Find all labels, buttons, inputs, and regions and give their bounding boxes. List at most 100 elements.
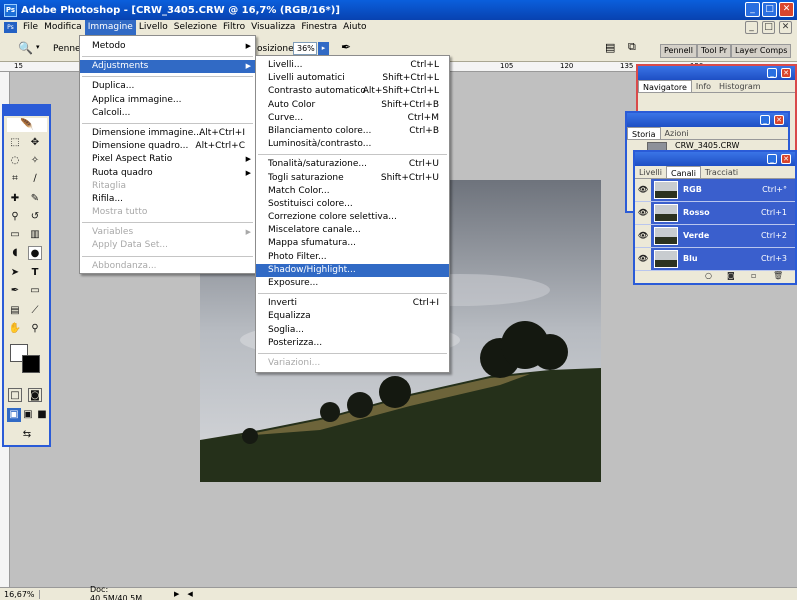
- slice-tool-icon[interactable]: ∕: [28, 172, 42, 186]
- menu-item-calcoli[interactable]: Calcoli...: [80, 107, 255, 120]
- tab-azioni[interactable]: Azioni: [661, 127, 693, 139]
- tab-navigatore[interactable]: Navigatore: [638, 80, 692, 92]
- menu-item-exposure[interactable]: Exposure...: [256, 277, 449, 290]
- blur-tool-icon[interactable]: ◖: [8, 246, 22, 260]
- close-icon[interactable]: ✕: [774, 115, 784, 125]
- pen-icon[interactable]: ✒: [341, 40, 351, 54]
- menu-item-pixel-aspect-ratio[interactable]: Pixel Aspect Ratio ▶: [80, 153, 255, 166]
- menu-visualizza[interactable]: Visualizza: [248, 20, 298, 35]
- menu-item-curve[interactable]: Curve... Ctrl+M: [256, 112, 449, 125]
- menu-immagine[interactable]: Immagine: [84, 20, 136, 35]
- crop-tool-icon[interactable]: ⌗: [8, 172, 22, 186]
- doc-minimize-icon[interactable]: _: [745, 21, 758, 34]
- tab-tool-presets[interactable]: Tool Pr: [696, 44, 732, 58]
- minimize-icon[interactable]: _: [767, 68, 777, 78]
- tab-livelli[interactable]: Livelli: [635, 166, 666, 178]
- menu-livello[interactable]: Livello: [136, 20, 171, 35]
- zoom-tool-icon[interactable]: ⚲: [28, 322, 42, 336]
- type-tool-icon[interactable]: T: [28, 266, 42, 280]
- document-icon[interactable]: Ps: [4, 22, 17, 33]
- lasso-tool-icon[interactable]: ◌: [8, 154, 22, 168]
- menu-item-livelli-automatici[interactable]: Livelli automatici Shift+Ctrl+L: [256, 72, 449, 85]
- menu-item-dimensione-quadro[interactable]: Dimensione quadro... Alt+Ctrl+C: [80, 140, 255, 153]
- jump-to-imageready-icon[interactable]: ⇆: [12, 428, 42, 442]
- menu-item-metodo[interactable]: Metodo ▶: [80, 40, 255, 53]
- maximize-icon[interactable]: □: [762, 2, 777, 17]
- toolbox-header[interactable]: [4, 106, 49, 116]
- healing-brush-tool-icon[interactable]: ✚: [8, 192, 22, 206]
- eye-icon[interactable]: 👁: [635, 202, 651, 224]
- shape-tool-icon[interactable]: ▭: [28, 284, 42, 298]
- notes-tool-icon[interactable]: ▤: [8, 304, 22, 318]
- history-panel-header[interactable]: _ ✕: [627, 113, 788, 127]
- menu-file[interactable]: File: [20, 20, 41, 35]
- menu-item-correzione-colore-selettiva[interactable]: Correzione colore selettiva...: [256, 211, 449, 224]
- menu-filtro[interactable]: Filtro: [220, 20, 248, 35]
- feather-icon[interactable]: 🪶: [7, 118, 47, 132]
- move-tool-icon[interactable]: ✥: [28, 136, 42, 150]
- menu-item-photo-filter[interactable]: Photo Filter...: [256, 251, 449, 264]
- background-color-swatch[interactable]: [22, 355, 40, 373]
- menu-item-rifila[interactable]: Rifila...: [80, 193, 255, 206]
- menu-aiuto[interactable]: Aiuto: [340, 20, 369, 35]
- eye-icon[interactable]: 👁: [635, 179, 651, 201]
- gradient-tool-icon[interactable]: ▥: [28, 228, 42, 242]
- screen-mode-menu-icon[interactable]: ▣: [21, 408, 35, 422]
- minimize-icon[interactable]: _: [760, 115, 770, 125]
- eraser-tool-icon[interactable]: ▭: [8, 228, 22, 242]
- menu-item-mappa-sfumatura[interactable]: Mappa sfumatura...: [256, 237, 449, 250]
- eye-icon[interactable]: 👁: [635, 248, 651, 270]
- brush-tool-icon[interactable]: ✎: [28, 192, 42, 206]
- menu-item-miscelatore-canale[interactable]: Miscelatore canale...: [256, 224, 449, 237]
- channel-row-verde[interactable]: 👁 Verde Ctrl+2: [635, 225, 795, 248]
- channel-row-rosso[interactable]: 👁 Rosso Ctrl+1: [635, 202, 795, 225]
- status-menu-arrow-icon[interactable]: ▶: [174, 590, 179, 598]
- close-icon[interactable]: ✕: [781, 154, 791, 164]
- channel-row-rgb[interactable]: 👁 RGB Ctrl+°: [635, 179, 795, 202]
- menu-modifica[interactable]: Modifica: [41, 20, 85, 35]
- menu-item-tonalita-saturazione[interactable]: Tonalità/saturazione... Ctrl+U: [256, 158, 449, 171]
- screen-mode-full-icon[interactable]: ■: [35, 408, 49, 422]
- standard-mode-icon[interactable]: □: [8, 388, 22, 402]
- menu-finestra[interactable]: Finestra: [298, 20, 340, 35]
- delete-channel-icon[interactable]: 🗑: [773, 271, 783, 280]
- menu-selezione[interactable]: Selezione: [171, 20, 220, 35]
- tab-histogram[interactable]: Histogram: [715, 80, 765, 92]
- pen-tool-icon[interactable]: ✒: [8, 284, 22, 298]
- screen-mode-standard-icon[interactable]: ▣: [7, 408, 21, 422]
- menu-item-match-color[interactable]: Match Color...: [256, 185, 449, 198]
- palette-icon[interactable]: ▤: [605, 41, 615, 54]
- path-selection-tool-icon[interactable]: ➤: [8, 266, 22, 280]
- load-selection-icon[interactable]: ○: [705, 271, 712, 280]
- close-icon[interactable]: ✕: [779, 2, 794, 17]
- menu-item-equalizza[interactable]: Equalizza: [256, 310, 449, 323]
- menu-item-adjustments[interactable]: Adjustments ▶: [80, 60, 255, 74]
- menu-item-dimensione-immagine[interactable]: Dimensione immagine... Alt+Ctrl+I: [80, 127, 255, 140]
- browser-icon[interactable]: ⧉: [628, 40, 636, 54]
- menu-item-duplica[interactable]: Duplica...: [80, 80, 255, 93]
- scroll-left-icon[interactable]: ◀: [187, 590, 192, 598]
- dodge-tool-icon[interactable]: ●: [28, 246, 42, 260]
- tab-canali[interactable]: Canali: [666, 166, 701, 178]
- menu-item-posterizza[interactable]: Posterizza...: [256, 337, 449, 350]
- marquee-tool-icon[interactable]: ⬚: [8, 136, 22, 150]
- menu-item-bilanciamento-colore[interactable]: Bilanciamento colore... Ctrl+B: [256, 125, 449, 138]
- tab-info[interactable]: Info: [692, 80, 715, 92]
- menu-item-shadow-highlight[interactable]: Shadow/Highlight...: [256, 263, 449, 277]
- minimize-icon[interactable]: _: [745, 2, 760, 17]
- minimize-icon[interactable]: _: [767, 154, 777, 164]
- zoom-input[interactable]: 36%: [293, 42, 317, 55]
- magic-wand-tool-icon[interactable]: ✧: [28, 154, 42, 168]
- zoom-tool-icon[interactable]: 🔍: [18, 41, 33, 55]
- navigator-panel-header[interactable]: _ ✕: [638, 66, 795, 80]
- close-icon[interactable]: ✕: [781, 68, 791, 78]
- status-zoom[interactable]: 16,67%: [0, 589, 40, 599]
- menu-item-sostituisci-colore[interactable]: Sostituisci colore...: [256, 198, 449, 211]
- hand-tool-icon[interactable]: ✋: [8, 322, 22, 336]
- tab-pennelli[interactable]: Pennell: [660, 44, 697, 58]
- doc-restore-icon[interactable]: □: [762, 21, 775, 34]
- tab-layer-comps[interactable]: Layer Comps: [731, 44, 792, 58]
- menu-item-livelli[interactable]: Livelli... Ctrl+L: [256, 59, 449, 72]
- tab-storia[interactable]: Storia: [627, 127, 661, 139]
- channels-panel-header[interactable]: _ ✕: [635, 152, 795, 166]
